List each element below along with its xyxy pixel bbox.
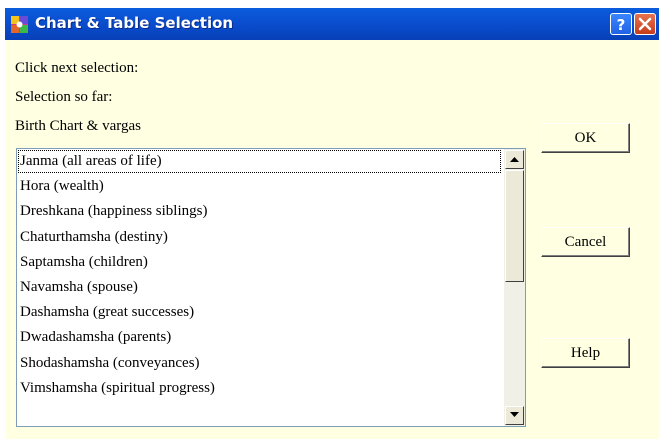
ok-button[interactable]: OK (541, 123, 630, 153)
list-item[interactable]: Navamsha (spouse) (17, 275, 502, 300)
title-close-button[interactable] (634, 13, 656, 35)
list-item[interactable]: Dashamsha (great successes) (17, 300, 502, 325)
list-item[interactable]: Chaturthamsha (destiny) (17, 225, 502, 250)
list-item[interactable]: Shodashamsha (conveyances) (17, 351, 502, 376)
cancel-button[interactable]: Cancel (541, 227, 630, 257)
dialog-window: Chart & Table Selection ? Click next sel… (5, 8, 659, 439)
help-button[interactable]: Help (541, 338, 630, 368)
selection-so-far-label: Selection so far: (15, 89, 113, 105)
list-scrollbar[interactable] (504, 149, 525, 426)
prompt-label: Click next selection: (15, 60, 139, 76)
list-item[interactable]: Saptamsha (children) (17, 250, 502, 275)
title-bar[interactable]: Chart & Table Selection ? (5, 8, 659, 40)
list-item[interactable]: Dreshkana (happiness siblings) (17, 199, 502, 224)
scroll-thumb[interactable] (505, 170, 524, 282)
svg-text:?: ? (617, 16, 626, 34)
title-help-button[interactable]: ? (610, 13, 632, 35)
scroll-up-button[interactable] (505, 150, 524, 169)
list-item[interactable]: Janma (all areas of life) (17, 149, 502, 174)
list-item[interactable]: Hora (wealth) (17, 174, 502, 199)
chart-selection-list[interactable]: Janma (all areas of life) Hora (wealth) Dr… (16, 148, 526, 427)
current-selection-text: Birth Chart & vargas (15, 118, 141, 134)
window-title: Chart & Table Selection (35, 14, 234, 32)
list-item[interactable]: Vimshamsha (spiritual progress) (17, 376, 502, 401)
scroll-down-button[interactable] (505, 406, 524, 425)
colorful-app-icon (11, 16, 28, 33)
list-item[interactable]: Dwadashamsha (parents) (17, 325, 502, 350)
